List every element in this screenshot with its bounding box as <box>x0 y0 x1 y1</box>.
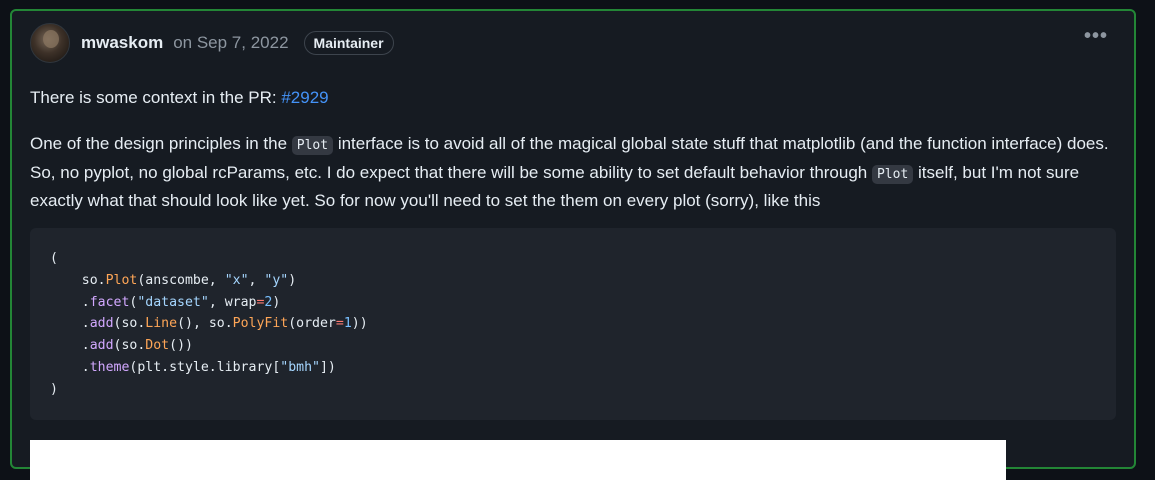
code-token: so. <box>50 272 106 288</box>
code-token: . <box>50 359 90 375</box>
pr-link[interactable]: #2929 <box>281 88 328 107</box>
code-token: Dot <box>145 338 170 354</box>
code-block[interactable]: ( so.Plot(anscombe, "x", "y") .facet("da… <box>30 228 1116 420</box>
author-link[interactable]: mwaskom <box>81 33 163 53</box>
code-token: , <box>248 272 265 288</box>
inline-code-plot: Plot <box>871 164 914 184</box>
context-text: There is some context in the PR: <box>30 88 282 107</box>
context-paragraph: There is some context in the PR: #2929 <box>30 86 329 110</box>
code-token: "x" <box>224 272 249 288</box>
code-token: theme <box>89 359 130 375</box>
comment-card: mwaskom on Sep 7, 2022 Maintainer ••• Th… <box>10 9 1136 480</box>
code-token: )) <box>351 316 368 332</box>
code-token: "y" <box>264 272 289 288</box>
code-token: PolyFit <box>232 316 289 332</box>
code-token: . <box>50 316 90 332</box>
code-token: Line <box>145 316 178 332</box>
code-token: , wrap <box>208 294 257 310</box>
code-line: ( <box>50 251 58 266</box>
code-token: ()) <box>169 338 193 354</box>
avatar[interactable] <box>30 23 70 63</box>
code-token: (so. <box>113 316 146 332</box>
code-line: ) <box>50 381 58 397</box>
code-token: ]) <box>319 359 336 375</box>
inline-code-plot: Plot <box>291 136 334 155</box>
code-token: Plot <box>105 272 138 288</box>
code-token: ) <box>288 272 297 288</box>
code-token: facet <box>89 294 130 310</box>
attached-image[interactable] <box>30 440 1006 480</box>
code-token: (), so. <box>177 316 233 332</box>
code-token: (anscombe, <box>137 272 225 288</box>
design-text-1: One of the design principles in the <box>30 134 292 153</box>
comment-header: mwaskom on Sep 7, 2022 Maintainer <box>30 21 394 65</box>
code-token: . <box>50 294 90 310</box>
code-token: add <box>89 316 114 332</box>
code-token: add <box>89 338 114 354</box>
maintainer-badge: Maintainer <box>303 31 394 55</box>
code-token: "bmh" <box>280 359 320 375</box>
code-token: (order <box>288 316 336 332</box>
comment-date[interactable]: on Sep 7, 2022 <box>173 33 288 53</box>
code-token: (so. <box>113 338 146 354</box>
kebab-horizontal-icon[interactable]: ••• <box>1084 25 1108 48</box>
code-token: = <box>335 316 344 332</box>
code-token: . <box>50 338 90 354</box>
design-paragraph: One of the design principles in the Plot… <box>30 131 1120 215</box>
code-token: ) <box>272 294 281 310</box>
code-token: (plt.style.library[ <box>129 359 281 375</box>
code-token: "dataset" <box>137 294 209 310</box>
code-token: 1 <box>343 316 352 332</box>
